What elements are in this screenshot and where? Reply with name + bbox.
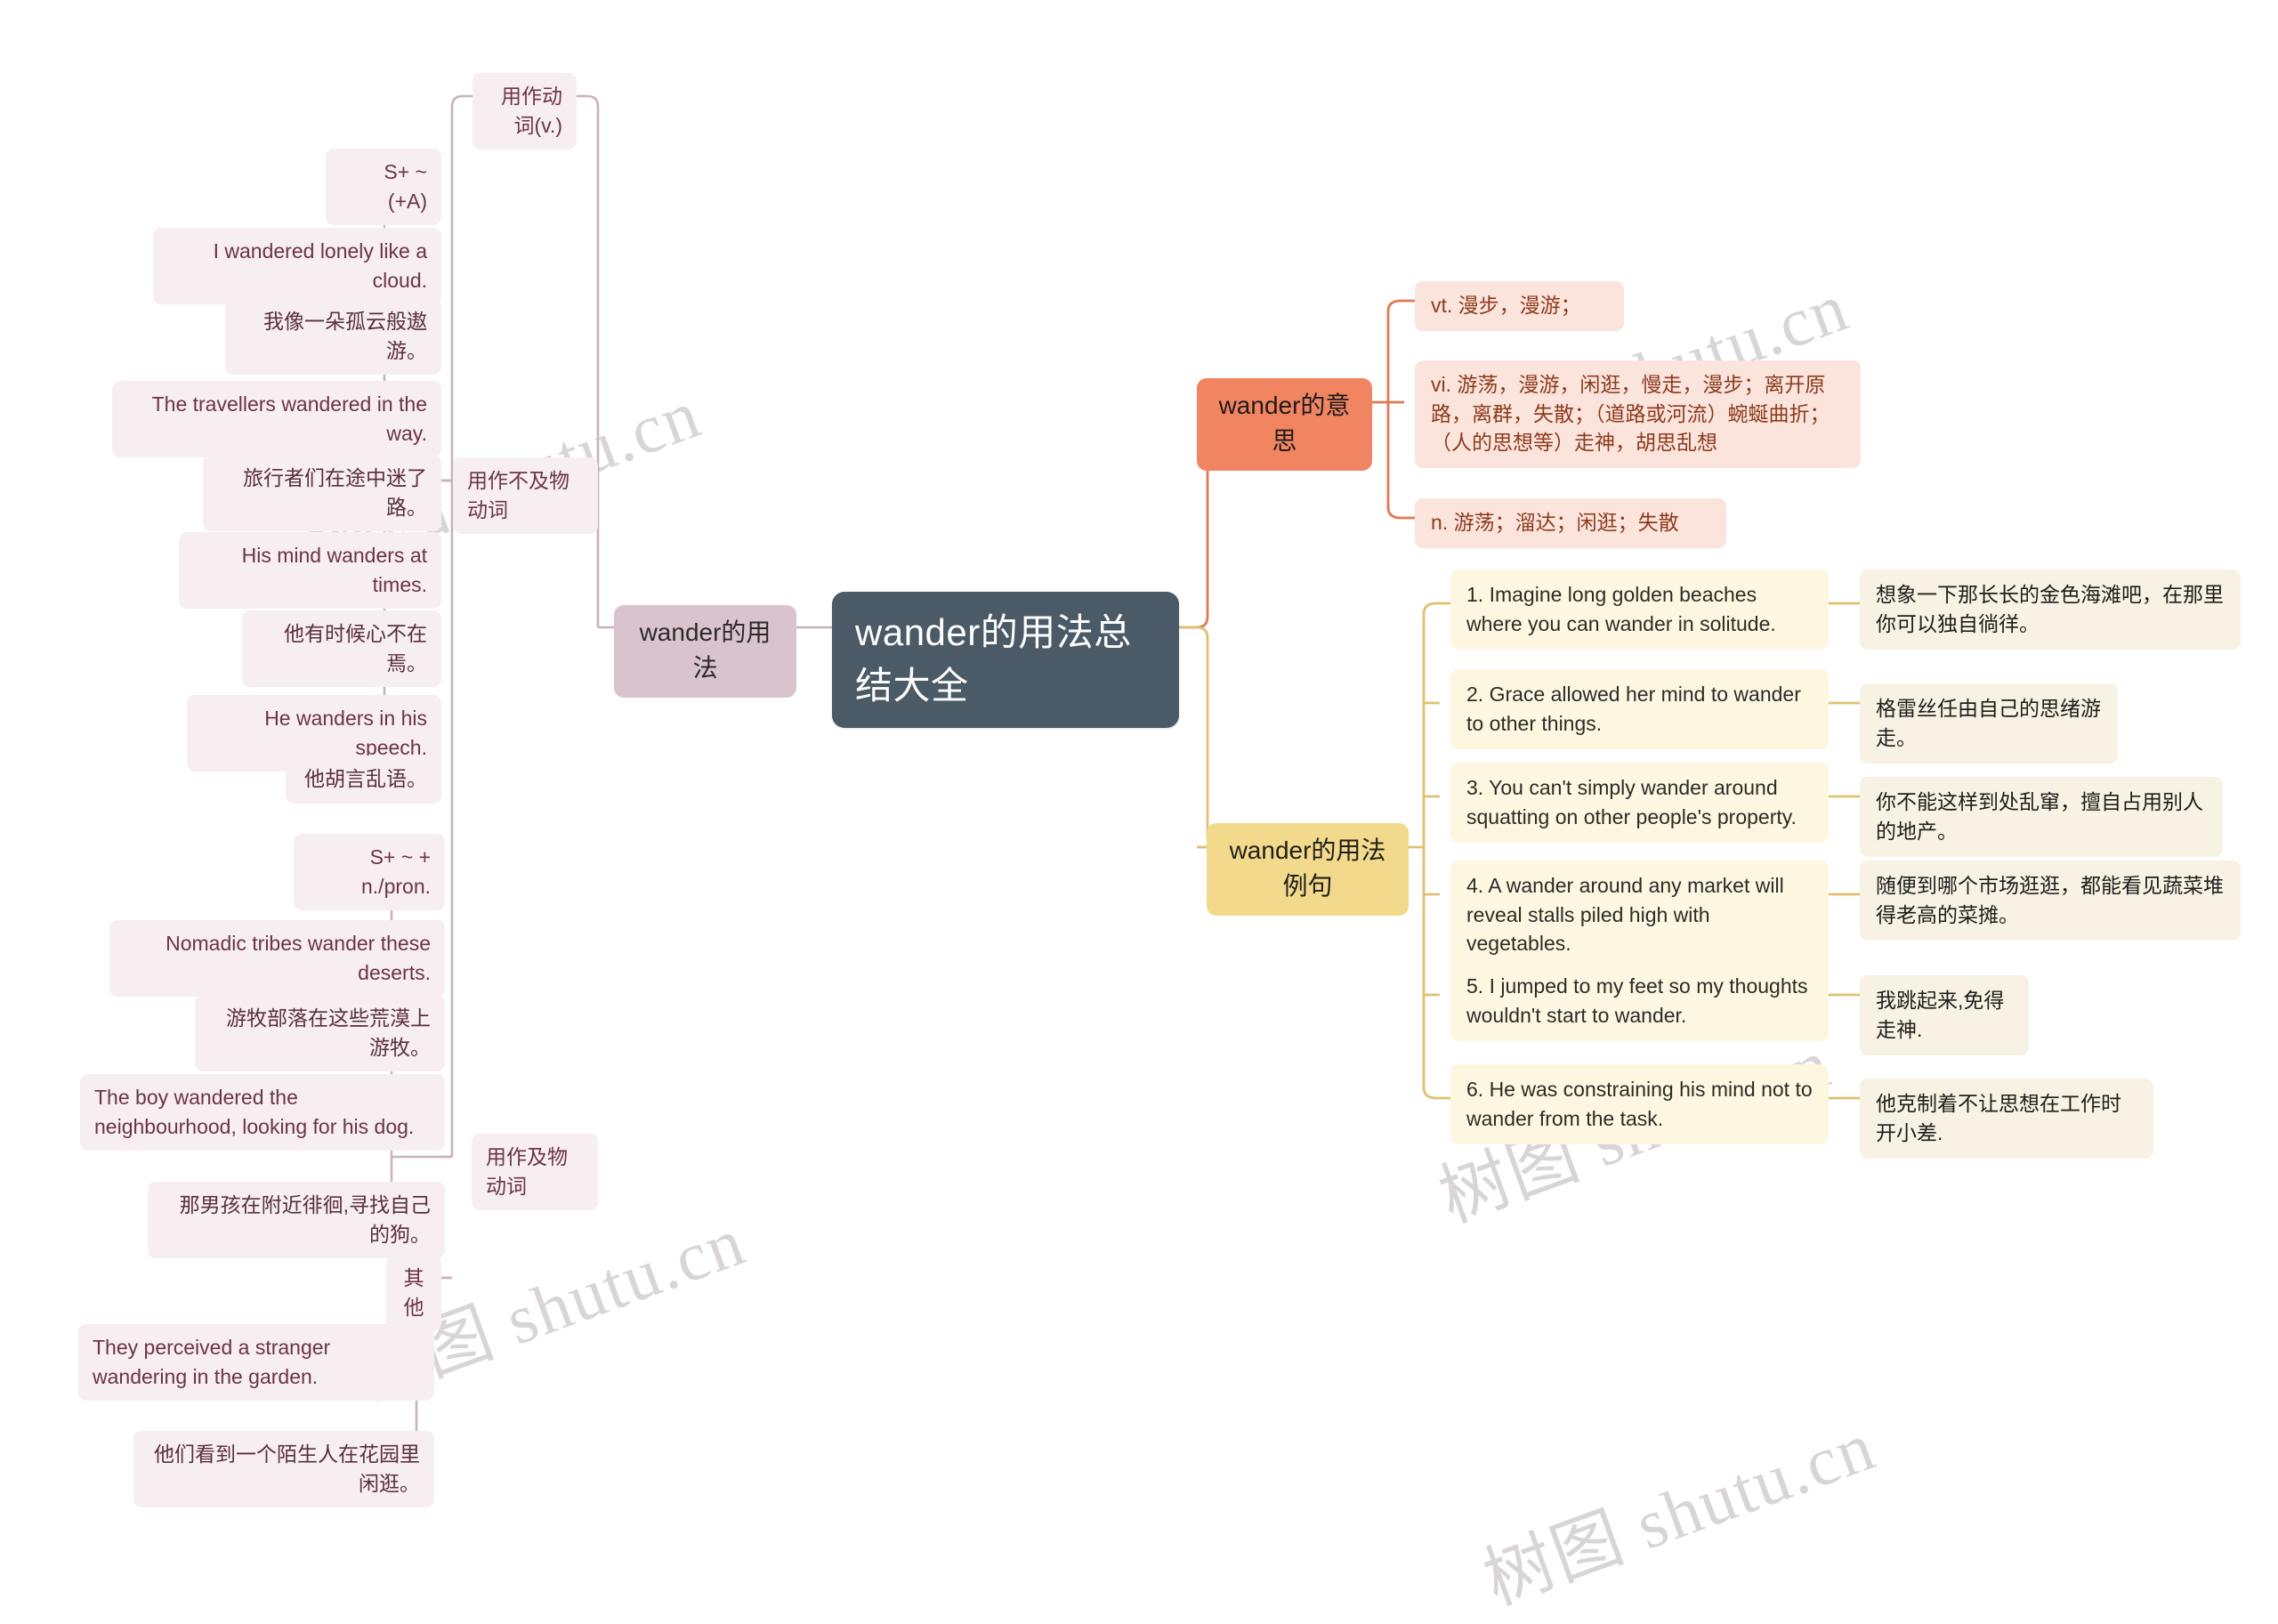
example-sentence-cn[interactable]: 格雷丝任由自己的思绪游走。 xyxy=(1860,683,2118,764)
example-sentence-en[interactable]: 5. I jumped to my feet so my thoughts wo… xyxy=(1450,961,1829,1042)
example-en[interactable]: His mind wanders at times. xyxy=(179,532,441,610)
example-cn[interactable]: 他有时候心不在焉。 xyxy=(242,610,441,688)
meaning-item[interactable]: vt. 漫步，漫游； xyxy=(1415,281,1624,331)
example-cn[interactable]: 旅行者们在途中迷了路。 xyxy=(203,455,441,532)
example-cn[interactable]: 我像一朵孤云般遨游。 xyxy=(225,298,441,376)
watermark: 树图 shutu.cn xyxy=(1474,1406,1886,1620)
mindmap-canvas: 树图 shutu.cn 树图 shutu.cn 树图 shutu.cn 树图 s… xyxy=(0,0,2278,1620)
branch-examples-node[interactable]: wander的用法例句 xyxy=(1207,823,1409,916)
example-sentence-cn[interactable]: 随便到哪个市场逛逛，都能看见蔬菜堆得老高的菜摊。 xyxy=(1860,860,2241,941)
example-sentence-cn[interactable]: 想象一下那长长的金色海滩吧，在那里你可以独自徜徉。 xyxy=(1860,570,2241,650)
example-cn[interactable]: 他们看到一个陌生人在花园里闲逛。 xyxy=(133,1431,434,1508)
meaning-item[interactable]: vi. 游荡，漫游，闲逛，慢走，漫步；离开原路，离群，失散；（道路或河流）蜿蜒曲… xyxy=(1415,360,1861,468)
example-sentence-cn[interactable]: 他克制着不让思想在工作时开小差. xyxy=(1860,1079,2153,1159)
pattern-intransitive-node[interactable]: S+ ~ (+A) xyxy=(326,149,441,226)
example-sentence-en[interactable]: 1. Imagine long golden beaches where you… xyxy=(1450,570,1829,650)
subgroup-intransitive-node[interactable]: 用作不及物动词 xyxy=(453,457,598,535)
example-cn[interactable]: 他胡言乱语。 xyxy=(286,755,441,804)
example-cn[interactable]: 游牧部落在这些荒漠上游牧。 xyxy=(195,995,445,1072)
example-en[interactable]: I wandered lonely like a cloud. xyxy=(153,228,441,305)
group-verb-node[interactable]: 用作动词(v.) xyxy=(473,73,577,150)
example-sentence-en[interactable]: 2. Grace allowed her mind to wander to o… xyxy=(1450,669,1829,750)
subgroup-transitive-node[interactable]: 用作及物动词 xyxy=(472,1134,598,1211)
branch-meaning-node[interactable]: wander的意思 xyxy=(1197,378,1372,471)
meaning-item[interactable]: n. 游荡；溜达；闲逛；失散 xyxy=(1415,498,1726,548)
example-en[interactable]: The boy wandered the neighbourhood, look… xyxy=(80,1074,445,1151)
example-en[interactable]: They perceived a stranger wandering in t… xyxy=(78,1324,434,1402)
example-sentence-en[interactable]: 4. A wander around any market will revea… xyxy=(1450,860,1829,970)
branch-usage-node[interactable]: wander的用法 xyxy=(614,605,796,698)
subgroup-other-node[interactable]: 其他 xyxy=(386,1255,441,1332)
example-en[interactable]: The travellers wandered in the way. xyxy=(112,381,441,458)
example-cn[interactable]: 那男孩在附近徘徊,寻找自己的狗。 xyxy=(148,1182,445,1259)
example-sentence-cn[interactable]: 你不能这样到处乱窜，擅自占用别人的地产。 xyxy=(1860,777,2223,858)
pattern-transitive-node[interactable]: S+ ~ + n./pron. xyxy=(294,834,445,911)
example-sentence-en[interactable]: 3. You can't simply wander around squatt… xyxy=(1450,763,1829,844)
example-sentence-cn[interactable]: 我跳起来,免得走神. xyxy=(1860,975,2029,1056)
example-en[interactable]: Nomadic tribes wander these deserts. xyxy=(109,920,445,998)
root-node[interactable]: wander的用法总结大全 xyxy=(832,592,1179,729)
example-sentence-en[interactable]: 6. He was constraining his mind not to w… xyxy=(1450,1064,1829,1145)
